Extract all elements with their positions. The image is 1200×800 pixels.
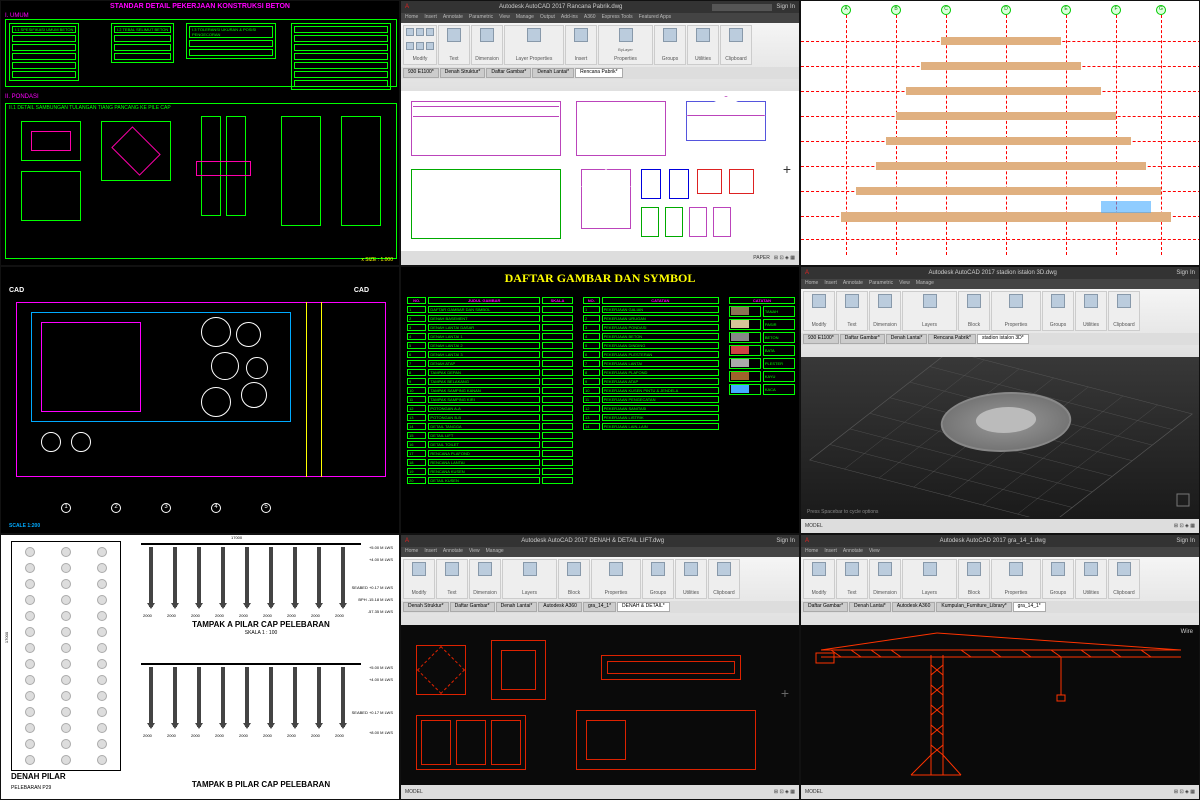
group-icon[interactable]: [663, 28, 677, 42]
status-icons[interactable]: ⊞ ⊡ ◈ ▦: [774, 255, 795, 261]
match-properties-icon[interactable]: [619, 28, 633, 42]
menu-addins[interactable]: Add-ins: [561, 14, 578, 22]
legend-table: CATATAN TANAHPASIRBETONBATAPLESTERKAYUKA…: [727, 295, 797, 397]
ribbon-groups[interactable]: Groups: [654, 25, 686, 65]
ribbon-clipboard[interactable]: Clipboard: [720, 25, 752, 65]
thumb-cad-beton[interactable]: STANDAR DETAIL PEKERJAAN KONSTRUKSI BETO…: [0, 0, 400, 266]
app-menu-icon[interactable]: A: [405, 4, 409, 10]
drawing-canvas[interactable]: Wire: [801, 625, 1199, 785]
thumb-daftar-gambar[interactable]: DAFTAR GAMBAR DAN SYMBOL NO.JUDUL GAMBAR…: [400, 266, 800, 534]
thumb-site-plan[interactable]: CAD CAD 1 2 3 4 5 SCALE 1:200: [0, 266, 400, 534]
ribbon-modify[interactable]: Modify: [403, 25, 437, 65]
menu-annotate[interactable]: Annotate: [443, 14, 463, 22]
3d-viewport[interactable]: Press Spacebar to cycle options: [801, 357, 1199, 519]
menu-home[interactable]: Home: [405, 14, 418, 22]
search-input[interactable]: [712, 4, 772, 11]
file-tab-active[interactable]: Rencana Pabrik*: [575, 68, 623, 78]
ribbon: Modify Text Dimension Layer Properties I…: [401, 23, 799, 101]
status-mode[interactable]: PAPER: [753, 255, 770, 261]
ribbon-annotation[interactable]: Text: [438, 25, 470, 65]
viewcube-icon[interactable]: [1173, 490, 1193, 515]
file-tab[interactable]: 930 E1100*: [403, 68, 439, 78]
ribbon-dimension[interactable]: Dimension: [471, 25, 503, 65]
c5-title: DAFTAR GAMBAR DAN SYMBOL: [401, 267, 799, 290]
ribbon-utilities[interactable]: Utilities: [687, 25, 719, 65]
file-tab[interactable]: Daftar Gambar*: [486, 68, 531, 78]
cursor-crosshair-icon: +: [783, 161, 791, 177]
menu-featured[interactable]: Featured Apps: [639, 14, 672, 22]
drawing-canvas[interactable]: +: [401, 91, 799, 251]
thumb-section-red[interactable]: A B C D E F G: [800, 0, 1200, 266]
thumb-autocad-stadium[interactable]: AAutodesk AutoCAD 2017 stadion istalon 3…: [800, 266, 1200, 534]
menu-view[interactable]: View: [499, 14, 510, 22]
drawing-canvas[interactable]: +: [401, 625, 799, 785]
c1-sec-pondasi: II. PONDASI: [1, 93, 43, 101]
dimension-icon[interactable]: [480, 28, 494, 42]
menu-output[interactable]: Output: [540, 14, 555, 22]
cursor-crosshair-icon: +: [781, 685, 789, 701]
menu-a360[interactable]: A360: [584, 14, 596, 22]
text-icon[interactable]: [447, 28, 461, 42]
c1-title: STANDAR DETAIL PEKERJAAN KONSTRUKSI BETO…: [1, 1, 399, 12]
titlebar: A Autodesk AutoCAD 2017 Rancana Pabrik.d…: [401, 1, 799, 13]
ribbon-block[interactable]: Insert: [565, 25, 597, 65]
file-tabstrip: 930 E1100* Denah Struktur* Daftar Gambar…: [401, 67, 799, 79]
file-tab[interactable]: Denah Struktur*: [440, 68, 486, 78]
ribbon-properties[interactable]: ByLayerProperties: [598, 25, 653, 65]
statusbar: PAPER ⊞ ⊡ ◈ ▦: [401, 251, 799, 265]
menu-manage[interactable]: Manage: [516, 14, 534, 22]
thumb-autocad-pabrik[interactable]: A Autodesk AutoCAD 2017 Rancana Pabrik.d…: [400, 0, 800, 266]
thumb-pile-drawing[interactable]: DENAH PILAR PELEBARAN P29 17000 20002000…: [0, 534, 400, 800]
menubar: Home Insert Annotate Parametric View Man…: [401, 13, 799, 23]
file-tab[interactable]: Denah Lantai*: [532, 68, 574, 78]
measure-icon[interactable]: [696, 28, 710, 42]
thumbnail-grid: STANDAR DETAIL PEKERJAAN KONSTRUKSI BETO…: [0, 0, 1200, 800]
signin-button[interactable]: Sign In: [776, 4, 795, 10]
thumb-autocad-lift[interactable]: AAutodesk AutoCAD 2017 DENAH & DETAIL LI…: [400, 534, 800, 800]
drawing-list-table: NO.JUDUL GAMBARSKALA 1DAFTAR GAMBAR DAN …: [405, 295, 575, 486]
notes-table: NO.CATATAN 1PEKERJAAN GALIAN2PEKERJAAN U…: [581, 295, 721, 432]
insert-block-icon[interactable]: [574, 28, 588, 42]
menu-parametric[interactable]: Parametric: [469, 14, 493, 22]
thumb-autocad-crane[interactable]: AAutodesk AutoCAD 2017 gra_14_1.dwgSign …: [800, 534, 1200, 800]
layer-properties-icon[interactable]: [527, 28, 541, 42]
menu-express[interactable]: Express Tools: [602, 14, 633, 22]
paste-icon[interactable]: [729, 28, 743, 42]
ribbon-layers[interactable]: Layer Properties: [504, 25, 564, 65]
menu-insert[interactable]: Insert: [424, 14, 437, 22]
